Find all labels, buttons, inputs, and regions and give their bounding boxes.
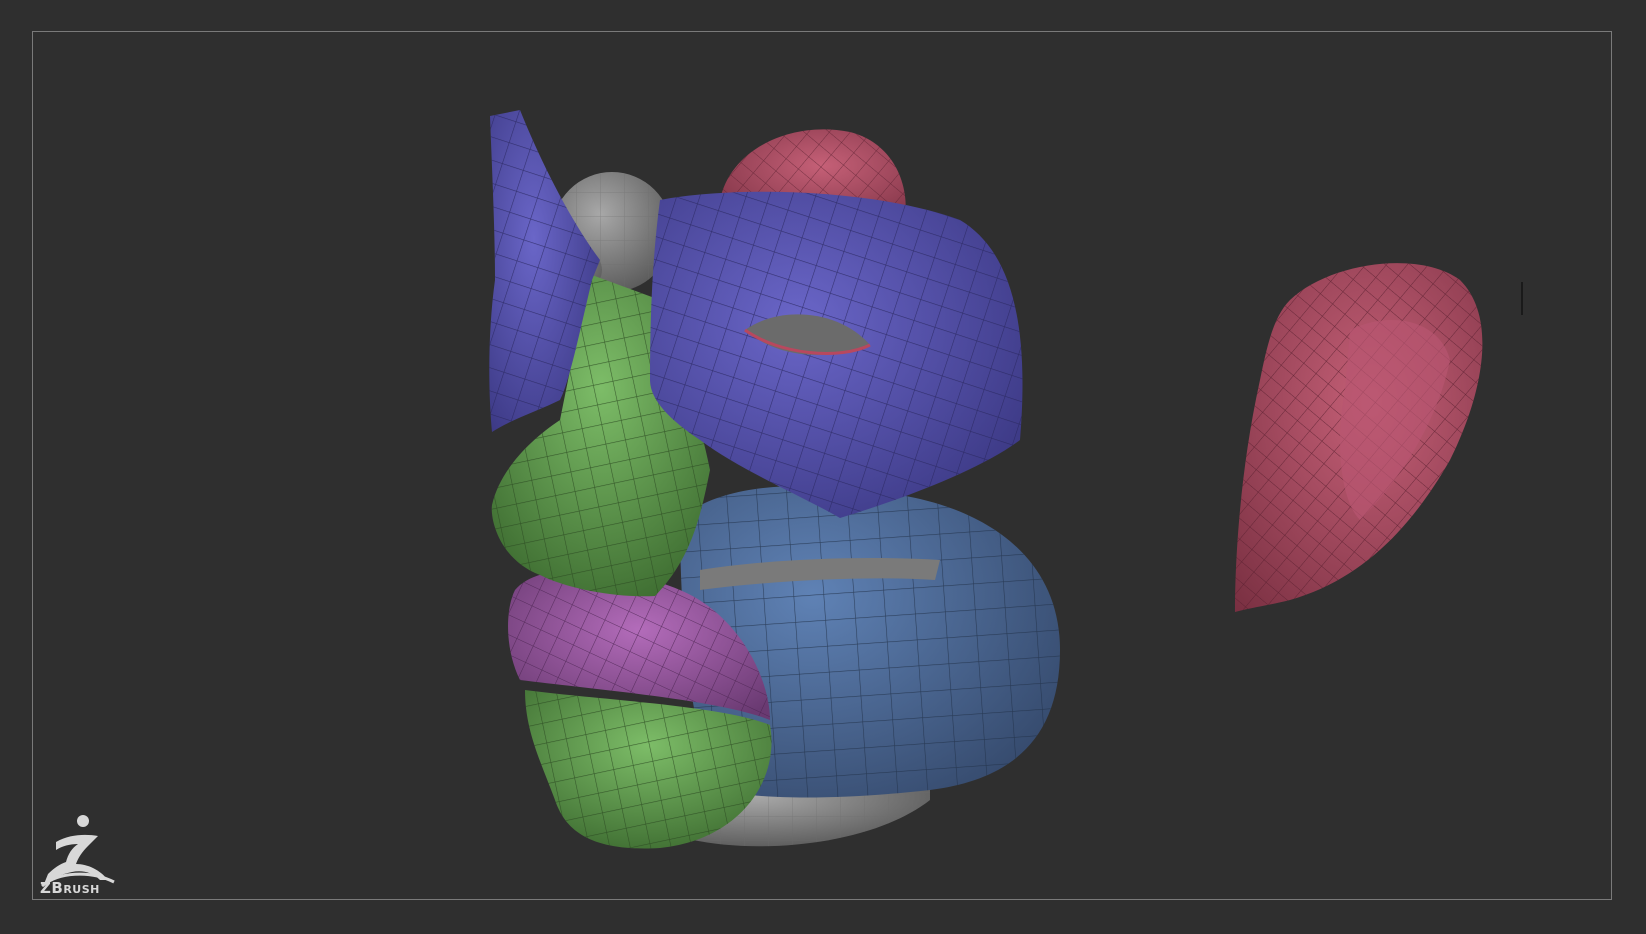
logo-text-first: ZB — [40, 879, 64, 897]
3d-viewport-canvas[interactable] — [0, 0, 1646, 934]
zbrush-logo-text: ZBRUSH — [40, 879, 100, 897]
ear-mesh-right[interactable] — [1235, 263, 1483, 612]
logo-text-rest: RUSH — [63, 883, 100, 896]
